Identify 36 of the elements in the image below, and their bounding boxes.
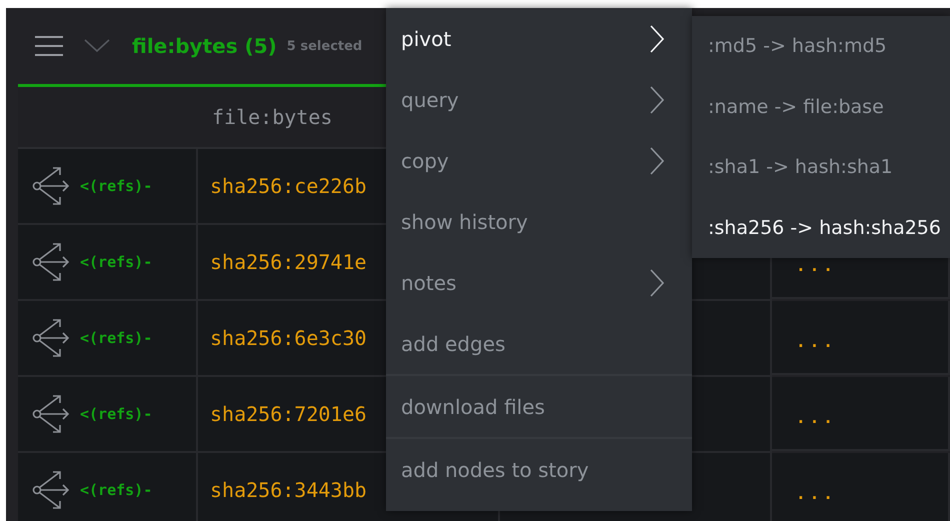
menu-item[interactable]: add nodes to story: [386, 439, 692, 500]
selection-count: 5 selected: [286, 38, 362, 54]
hash-value[interactable]: sha256:ce226b: [210, 174, 367, 198]
view-title: file:bytes (5): [132, 34, 277, 58]
refs-label[interactable]: <(refs)-: [80, 329, 152, 347]
ellipsis-text[interactable]: ...: [796, 332, 837, 351]
branch-arrows-icon[interactable]: [32, 394, 72, 434]
chevron-right-icon: [650, 268, 664, 296]
chevron-right-icon: [650, 86, 664, 114]
ellipsis-text[interactable]: ...: [796, 484, 837, 503]
hash-value[interactable]: sha256:6e3c30: [210, 326, 367, 350]
refs-label[interactable]: <(refs)-: [80, 177, 152, 195]
hash-value[interactable]: sha256:29741e: [210, 250, 367, 274]
submenu-item[interactable]: :sha256 -> hash:sha256: [692, 198, 950, 258]
submenu-item[interactable]: :sha1 -> hash:sha1: [692, 137, 950, 198]
refs-label[interactable]: <(refs)-: [80, 253, 152, 271]
hash-value[interactable]: sha256:3443bb: [210, 478, 367, 502]
menu-item[interactable]: notes: [386, 252, 692, 313]
chevron-right-icon: [650, 146, 664, 174]
branch-arrows-icon[interactable]: [32, 166, 72, 206]
refs-label[interactable]: <(refs)-: [80, 405, 152, 423]
branch-arrows-icon[interactable]: [32, 318, 72, 358]
ellipsis-text[interactable]: ...: [796, 256, 837, 275]
chevron-right-icon: [650, 24, 664, 52]
submenu-item[interactable]: :name -> file:base: [692, 76, 950, 137]
menu-icon[interactable]: [34, 35, 64, 57]
menu-item[interactable]: add edges: [386, 313, 692, 374]
menu-item[interactable]: pivot: [386, 8, 692, 69]
ellipsis-text[interactable]: ...: [796, 408, 837, 427]
hash-value[interactable]: sha256:7201e6: [210, 402, 367, 426]
menu-item[interactable]: show history: [386, 191, 692, 252]
branch-arrows-icon[interactable]: [32, 470, 72, 510]
submenu-item[interactable]: :md5 -> hash:md5: [692, 16, 950, 76]
menu-item[interactable]: download files: [386, 376, 692, 437]
branch-arrows-icon[interactable]: [32, 242, 72, 282]
refs-label[interactable]: <(refs)-: [80, 481, 152, 499]
